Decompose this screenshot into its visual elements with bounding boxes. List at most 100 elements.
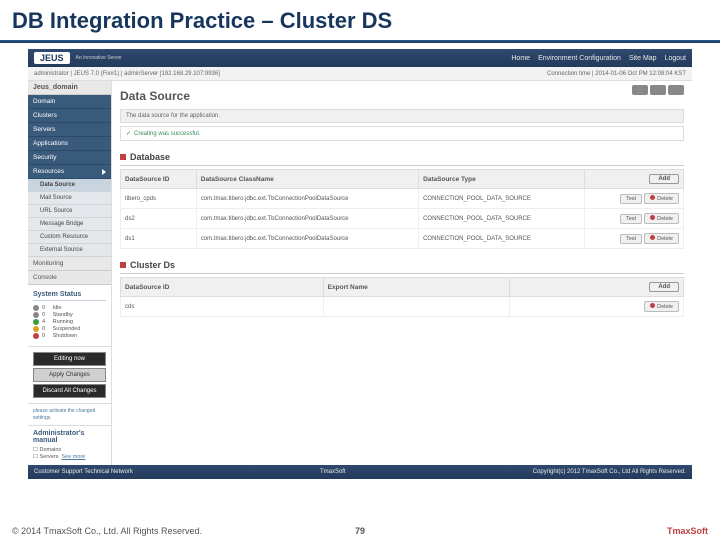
ds-class: com.tmax.tibero.jdbc.ext.TbConnectionPoo…	[196, 189, 418, 209]
nav-env-config[interactable]: Environment Configuration	[538, 55, 621, 62]
sidebar-item-console[interactable]: Console	[28, 271, 111, 285]
test-button[interactable]: Test	[620, 214, 642, 224]
red-dot-icon	[650, 235, 655, 240]
sidebar-item-applications[interactable]: Applications	[28, 137, 111, 151]
sidebar-sub-urlsource[interactable]: URL Source	[28, 205, 111, 218]
status-idle: 0 Idle	[33, 305, 106, 311]
col-command: Add	[584, 170, 683, 189]
title-underline	[0, 40, 720, 43]
red-dot-icon	[650, 215, 655, 220]
table-row: ds2 com.tmax.tibero.jdbc.ext.TbConnectio…	[121, 209, 684, 229]
sidebar-item-clusters[interactable]: Clusters	[28, 109, 111, 123]
col-ds-id: DataSource ID	[121, 170, 197, 189]
ds-id[interactable]: ds1	[121, 229, 197, 249]
dot-icon	[33, 333, 39, 339]
jeus-logo: JEUS	[34, 52, 70, 64]
topbar-nav: Home Environment Configuration Site Map …	[511, 55, 686, 62]
infobar-left: administrator | JEUS 7.0 (Fix#1) | admin…	[34, 71, 220, 77]
sidebar: Jeus_domain Domain Clusters Servers Appl…	[28, 81, 112, 465]
editing-now-button[interactable]: Editing now	[33, 352, 106, 366]
col-cds-id: DataSource ID	[121, 278, 324, 297]
app-footer: Customer Support Technical Network TmaxS…	[28, 465, 692, 479]
database-section-head: Database	[120, 147, 684, 166]
sidebar-item-security[interactable]: Security	[28, 151, 111, 165]
delete-button[interactable]: Delete	[644, 301, 679, 312]
ds-type: CONNECTION_POOL_DATA_SOURCE	[419, 189, 585, 209]
ds-id[interactable]: tibero_cpds	[121, 189, 197, 209]
sidebar-item-domain[interactable]: Domain	[28, 95, 111, 109]
dot-icon	[33, 312, 39, 318]
cluster-section-head: Cluster Ds	[120, 255, 684, 274]
tmax-logo: TmaxSoft	[667, 526, 708, 536]
util-icon-1[interactable]	[632, 85, 648, 95]
sidebar-sub-mailsource[interactable]: Mail Source	[28, 192, 111, 205]
sidebar-sub-messagebridge[interactable]: Message Bridge	[28, 218, 111, 231]
system-status-title: System Status	[33, 291, 106, 301]
cds-id[interactable]: cds	[121, 297, 324, 317]
admin-servers[interactable]: ☐ Servers See more	[33, 454, 106, 460]
dot-icon	[33, 319, 39, 325]
ds-class: com.tmax.tibero.jdbc.ext.TbConnectionPoo…	[196, 209, 418, 229]
content: Data Source The data source for the appl…	[112, 81, 692, 465]
copyright: © 2014 TmaxSoft Co., Ltd. All Rights Res…	[12, 526, 202, 536]
dot-icon	[33, 326, 39, 332]
sidebar-sub-customresource[interactable]: Custom Resource	[28, 231, 111, 244]
status-shutdown: 0 Shutdown	[33, 333, 106, 339]
sidebar-item-monitoring[interactable]: Monitoring	[28, 257, 111, 271]
infobar-right: Connection time | 2014-01-06 Oct PM 12:0…	[547, 71, 686, 77]
cluster-title: Cluster Ds	[130, 260, 175, 270]
col-export-name: Export Name	[323, 278, 509, 297]
square-icon	[120, 262, 126, 268]
dot-icon	[33, 305, 39, 311]
sidebar-sub-datasource[interactable]: Data Source	[28, 179, 111, 192]
sidebar-item-resources[interactable]: Resources	[28, 165, 111, 179]
nav-logout[interactable]: Logout	[665, 55, 686, 62]
admin-manual: Administrator's manual ☐ Domains ☐ Serve…	[28, 425, 111, 465]
add-database-button[interactable]: Add	[649, 174, 679, 184]
test-button[interactable]: Test	[620, 234, 642, 244]
table-row: ds1 com.tmax.tibero.jdbc.ext.TbConnectio…	[121, 229, 684, 249]
col-ds-type: DataSource Type	[419, 170, 585, 189]
system-status: System Status 0 Idle 0 Standby 4 Running…	[28, 285, 111, 347]
util-icon-2[interactable]	[650, 85, 666, 95]
util-icon-3[interactable]	[668, 85, 684, 95]
infobar: administrator | JEUS 7.0 (Fix#1) | admin…	[28, 67, 692, 81]
sidebar-head: Jeus_domain	[28, 81, 111, 95]
delete-button[interactable]: Delete	[644, 193, 679, 204]
admin-domains[interactable]: ☐ Domains	[33, 447, 106, 453]
slide-title: DB Integration Practice – Cluster DS	[0, 0, 720, 40]
see-more-link[interactable]: See more	[61, 454, 85, 460]
slide-footer: © 2014 TmaxSoft Co., Ltd. All Rights Res…	[0, 526, 720, 536]
ds-type: CONNECTION_POOL_DATA_SOURCE	[419, 209, 585, 229]
footer-right: Copyright(c) 2012 TmaxSoft Co., Ltd All …	[533, 469, 686, 475]
ds-id[interactable]: ds2	[121, 209, 197, 229]
footer-left[interactable]: Customer Support Technical Network	[34, 469, 133, 475]
nav-home[interactable]: Home	[511, 55, 530, 62]
topbar: JEUS An Innovative Server Home Environme…	[28, 49, 692, 67]
sidebar-item-servers[interactable]: Servers	[28, 123, 111, 137]
cluster-table: DataSource ID Export Name Add cds Delete	[120, 277, 684, 317]
apply-changes-button[interactable]: Apply Changes	[33, 368, 106, 382]
nav-sitemap[interactable]: Site Map	[629, 55, 657, 62]
app-frame: JEUS An Innovative Server Home Environme…	[28, 49, 692, 479]
apply-note: please activate the changed settings.	[28, 403, 111, 425]
red-dot-icon	[650, 303, 655, 308]
status-standby: 0 Standby	[33, 312, 106, 318]
sidebar-sub-externalsource[interactable]: External Source	[28, 244, 111, 257]
square-icon	[120, 154, 126, 160]
resources-label: Resources	[33, 168, 64, 175]
database-table: DataSource ID DataSource ClassName DataS…	[120, 169, 684, 249]
database-title: Database	[130, 152, 170, 162]
page-title: Data Source	[120, 85, 684, 107]
test-button[interactable]: Test	[620, 194, 642, 204]
add-cluster-button[interactable]: Add	[649, 282, 679, 292]
delete-button[interactable]: Delete	[644, 233, 679, 244]
delete-button[interactable]: Delete	[644, 213, 679, 224]
util-icons	[632, 85, 684, 95]
admin-title: Administrator's manual	[33, 430, 106, 444]
status-message: Creating was successful.	[120, 126, 684, 141]
red-dot-icon	[650, 195, 655, 200]
discard-changes-button[interactable]: Discard All Changes	[33, 384, 106, 398]
status-running: 4 Running	[33, 319, 106, 325]
page-number: 79	[355, 526, 365, 536]
